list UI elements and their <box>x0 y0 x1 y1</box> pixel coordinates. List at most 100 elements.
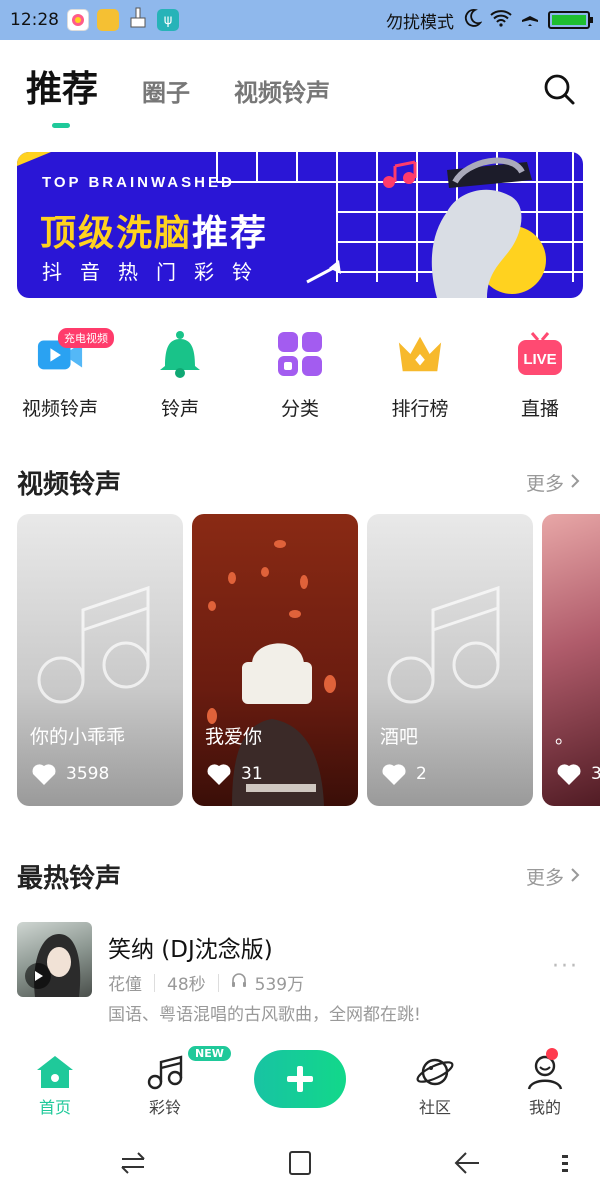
heart-icon <box>207 764 231 785</box>
quick-entry-rank[interactable]: 排行榜 <box>360 330 480 430</box>
divider <box>154 973 155 992</box>
grid-icon <box>276 330 324 378</box>
heart-icon <box>557 764 581 785</box>
create-button[interactable] <box>254 1050 346 1108</box>
video-card-title: 。 <box>555 726 575 748</box>
back-icon[interactable] <box>452 1148 482 1178</box>
notification-dot <box>546 1048 558 1060</box>
video-card-carousel[interactable]: 你的小乖乖 3598 我爱你 31 酒吧 2 。 3 <box>17 514 600 808</box>
video-card[interactable]: 你的小乖乖 3598 <box>17 514 183 806</box>
nav-label: 首页 <box>38 1098 71 1117</box>
video-card[interactable]: 我爱你 31 <box>192 514 358 806</box>
nav-mine[interactable]: 我的 <box>510 1054 580 1118</box>
song-title: 笑纳 (DJ沈念版) <box>108 937 273 963</box>
tab-video-ringtone[interactable]: 视频铃声 <box>234 73 330 122</box>
status-bar: 12:28 ψ 勿扰模式 <box>0 0 600 40</box>
quick-entry-label: 分类 <box>280 398 319 420</box>
search-icon[interactable] <box>542 72 576 106</box>
more-label: 更多 <box>525 473 564 495</box>
more-link[interactable]: 更多 <box>526 469 580 496</box>
active-tab-indicator <box>52 123 70 128</box>
video-card[interactable]: 。 3 <box>542 514 600 806</box>
status-time: 12:28 <box>10 10 59 30</box>
live-icon: LIVE <box>516 330 564 378</box>
quick-entries: 充电视频 视频铃声 铃声 分类 排行榜 LIVE 直播 <box>0 328 600 430</box>
tab-label: 圈子 <box>142 79 191 107</box>
folder-icon <box>97 9 119 31</box>
video-card-likes: 2 <box>380 762 427 786</box>
usb-icon: ψ <box>157 9 179 31</box>
divider <box>217 973 219 992</box>
banner-title-rest: 推荐 <box>192 213 269 254</box>
tab-circle[interactable]: 圈子 <box>142 73 190 122</box>
heart-icon <box>382 764 406 785</box>
system-nav-bar <box>0 1126 600 1200</box>
nav-home[interactable]: 首页 <box>20 1054 90 1118</box>
music-note-icon <box>387 585 500 704</box>
broom-icon <box>127 7 149 34</box>
video-card[interactable]: 酒吧 2 <box>367 514 533 806</box>
nav-label: 彩铃 <box>148 1098 181 1117</box>
quick-entry-video-ringtone[interactable]: 充电视频 视频铃声 <box>0 328 120 430</box>
home-square-icon[interactable] <box>285 1148 315 1178</box>
plus-icon <box>287 1066 313 1092</box>
video-card-likes: 3598 <box>30 762 109 786</box>
quick-entry-ringtone[interactable]: 铃声 <box>120 330 240 430</box>
moon-icon <box>462 8 483 33</box>
banner-description: 抖音热门彩铃 <box>42 260 270 284</box>
headphones-icon <box>231 972 247 993</box>
section-title: 视频铃声 <box>17 470 122 500</box>
song-artist: 花僮 <box>108 975 142 995</box>
song-description: 国语、粤语混唱的古风歌曲，全网都在跳! <box>108 1005 421 1025</box>
heart-icon <box>32 764 56 785</box>
home-icon <box>37 1056 73 1088</box>
like-count: 3598 <box>66 764 110 784</box>
video-section-header: 视频铃声 更多 <box>17 464 580 501</box>
tab-recommend[interactable]: 推荐 <box>26 60 99 128</box>
more-options-icon[interactable]: ··· <box>552 954 579 979</box>
nav-ringback[interactable]: 彩铃 <box>130 1054 200 1118</box>
app-notification-icon <box>67 9 89 31</box>
switch-apps-icon[interactable] <box>118 1148 148 1178</box>
quick-entry-label: 直播 <box>520 398 559 420</box>
quick-entry-live[interactable]: LIVE 直播 <box>480 330 600 430</box>
top-tabs: 推荐 圈子 视频铃声 <box>26 60 576 128</box>
dnd-label: 勿扰模式 <box>386 12 454 33</box>
banner-title-highlight: 顶级洗脑 <box>40 213 193 254</box>
planet-icon <box>416 1058 454 1086</box>
live-icon-text: LIVE <box>523 351 556 368</box>
banner-subtitle: TOP BRAINWASHED <box>42 174 235 191</box>
promo-banner[interactable]: TOP BRAINWASHED 顶级洗脑推荐 抖音热门彩铃 <box>17 152 583 298</box>
like-count: 3 <box>591 764 600 784</box>
bottom-nav: 首页 彩铃 NEW 社区 我的 <box>0 1040 600 1126</box>
more-link[interactable]: 更多 <box>526 863 580 890</box>
song-duration: 48秒 <box>167 975 206 995</box>
chevron-right-icon <box>570 866 580 888</box>
crown-icon <box>396 330 444 378</box>
video-card-likes: 3 <box>555 762 600 786</box>
quick-entry-category[interactable]: 分类 <box>240 330 360 430</box>
tab-label: 推荐 <box>26 69 99 110</box>
tab-label: 视频铃声 <box>234 79 331 107</box>
quick-entry-badge: 充电视频 <box>58 328 114 348</box>
song-plays: 539万 <box>254 975 305 995</box>
hot-section-header: 最热铃声 更多 <box>17 858 580 895</box>
nav-community[interactable]: 社区 <box>400 1054 470 1118</box>
new-badge: NEW <box>188 1046 231 1061</box>
user-icon <box>527 1055 563 1090</box>
quick-entry-label: 视频铃声 <box>21 398 98 420</box>
video-card-title: 你的小乖乖 <box>30 726 126 748</box>
video-card-title: 我爱你 <box>205 726 263 748</box>
video-card-title: 酒吧 <box>380 726 419 748</box>
music-notes-icon <box>147 1055 183 1090</box>
song-meta: 花僮 48秒 539万 <box>108 970 304 995</box>
song-cover[interactable] <box>17 922 92 997</box>
nav-label: 社区 <box>418 1098 451 1117</box>
song-list-item[interactable]: 笑纳 (DJ沈念版) 花僮 48秒 539万 国语、粤语混唱的古风歌曲，全网都在… <box>17 920 583 1025</box>
quick-entry-label: 排行榜 <box>391 398 449 420</box>
like-count: 2 <box>416 764 427 784</box>
menu-icon[interactable] <box>555 1148 575 1178</box>
bell-icon <box>156 330 204 378</box>
more-label: 更多 <box>525 867 564 889</box>
play-icon[interactable] <box>25 963 51 989</box>
